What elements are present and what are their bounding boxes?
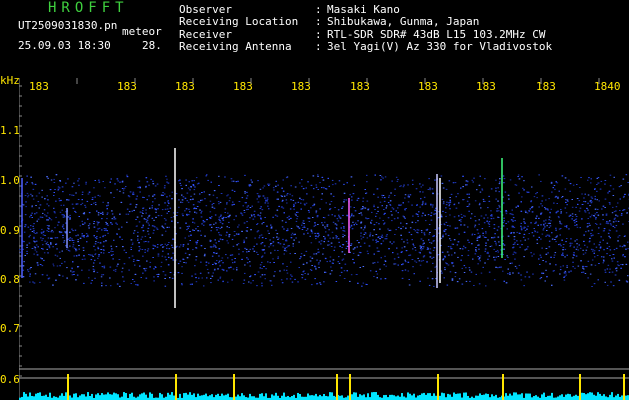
info-value: Shibukawa, Gunma, Japan (327, 15, 480, 29)
info-key: Receiving Antenna (179, 39, 292, 53)
date-time: 25.09.03 18:30 (18, 39, 111, 52)
header: HROFFT UT2509031830.pn 25.09.03 18:30 me… (0, 0, 629, 70)
app-title: HROFFT (48, 0, 129, 16)
freq-label: 0.8 (0, 273, 20, 286)
meteor-label: meteor (122, 25, 162, 38)
freq-label: 1.0 (0, 174, 20, 187)
info-row-antenna: Receiving Antenna:3el Yagi(V) Az 330 for… (179, 39, 553, 53)
freq-label: 0.6 (0, 373, 20, 386)
freq-label: 1.1 (0, 124, 20, 137)
spectrogram (19, 78, 629, 400)
meteor-count: 28. (142, 39, 162, 52)
file-name: UT2509031830.pn (18, 19, 118, 32)
info-row-location: Receiving Location: Shibukawa, Gunma, Jap… (179, 15, 480, 29)
freq-label: 0.9 (0, 224, 20, 237)
info-value: 3el Yagi(V) Az 330 for Vladivostok (327, 39, 553, 53)
station-info: Observer: Masaki Kano Receiving Location:… (179, 3, 553, 53)
info-key: Receiving Location (179, 15, 299, 29)
freq-label: 0.7 (0, 322, 20, 335)
